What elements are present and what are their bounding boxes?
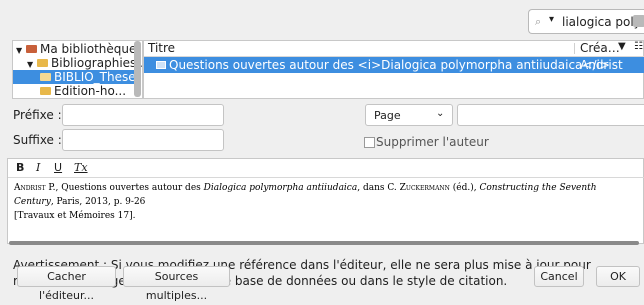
items-table[interactable]: Titre Créa… ▼ ☷ Questions ouvertes autou… [143,40,644,99]
citation-editor[interactable]: B I U Tx Andrist P., Questions ouvertes … [7,158,644,244]
suppress-author-checkbox[interactable] [364,137,375,148]
chevron-down-icon: ⌄ [436,108,445,119]
table-header: Titre Créa… ▼ ☷ [144,41,644,57]
folder-icon [40,73,51,81]
row-title: Questions ouvertes autour des <i>Dialogi… [169,58,610,72]
sort-chevron-icon[interactable]: ▼ [618,41,626,52]
suppress-author-label[interactable]: Supprimer l'auteur [376,135,489,149]
book-icon [156,61,166,69]
column-picker-icon[interactable]: ☷ [634,41,643,52]
italic-button[interactable]: I [36,161,40,174]
column-header-creator[interactable]: Créa… [580,41,620,55]
folder-icon [40,87,51,95]
search-mode-chevron-icon[interactable]: ▾ [549,14,554,25]
cancel-button[interactable]: Cancel [534,266,584,287]
clear-formatting-button[interactable]: Tx [74,161,88,174]
prefix-label: Préfixe : [13,108,62,122]
row-creator: Andrist [580,58,623,72]
multiple-sources-button[interactable]: Sources multiples... [123,266,230,302]
tree-item-edition[interactable]: Edition-ho... [40,84,126,98]
column-header-title[interactable]: Titre [148,41,175,55]
tree-item-bibliographies[interactable]: ▼ Bibliographies... [27,56,142,70]
library-icon [26,45,37,53]
library-tree[interactable]: ▼ Ma bibliothèque ▼ Bibliographies... BIBL… [12,40,143,99]
tree-item-biblio-these[interactable]: BIBLIO_These [13,70,136,84]
editor-scrollbar[interactable] [9,241,639,245]
expand-chevron-icon[interactable]: ▼ [16,44,26,58]
hide-editor-button[interactable]: Cacher l'éditeur... [17,266,116,302]
underline-button[interactable]: U [54,161,62,174]
folder-icon [37,59,48,67]
tree-scrollbar[interactable] [134,41,141,97]
prefix-input[interactable] [62,104,224,126]
bold-button[interactable]: B [16,161,24,174]
clear-search-icon[interactable] [633,15,644,27]
ok-button[interactable]: OK [596,266,640,287]
editor-toolbar: B I U Tx [8,159,644,178]
tree-item-my-library[interactable]: ▼ Ma bibliothèque [16,42,136,56]
column-divider [574,43,575,54]
locator-input[interactable] [457,104,644,126]
table-row[interactable]: Questions ouvertes autour des <i>Dialogi… [144,57,644,73]
locator-type-value: Page [374,109,401,122]
suffix-label: Suffixe : [13,133,62,147]
search-value: lialogica poly [562,15,641,29]
search-input[interactable]: ⌕ ▾ lialogica poly [528,9,644,34]
suffix-input[interactable] [62,129,224,151]
locator-type-select[interactable]: Page ⌄ [365,104,453,126]
citation-text[interactable]: Andrist P., Questions ouvertes autour de… [14,181,638,223]
search-icon: ⌕ [535,15,542,28]
